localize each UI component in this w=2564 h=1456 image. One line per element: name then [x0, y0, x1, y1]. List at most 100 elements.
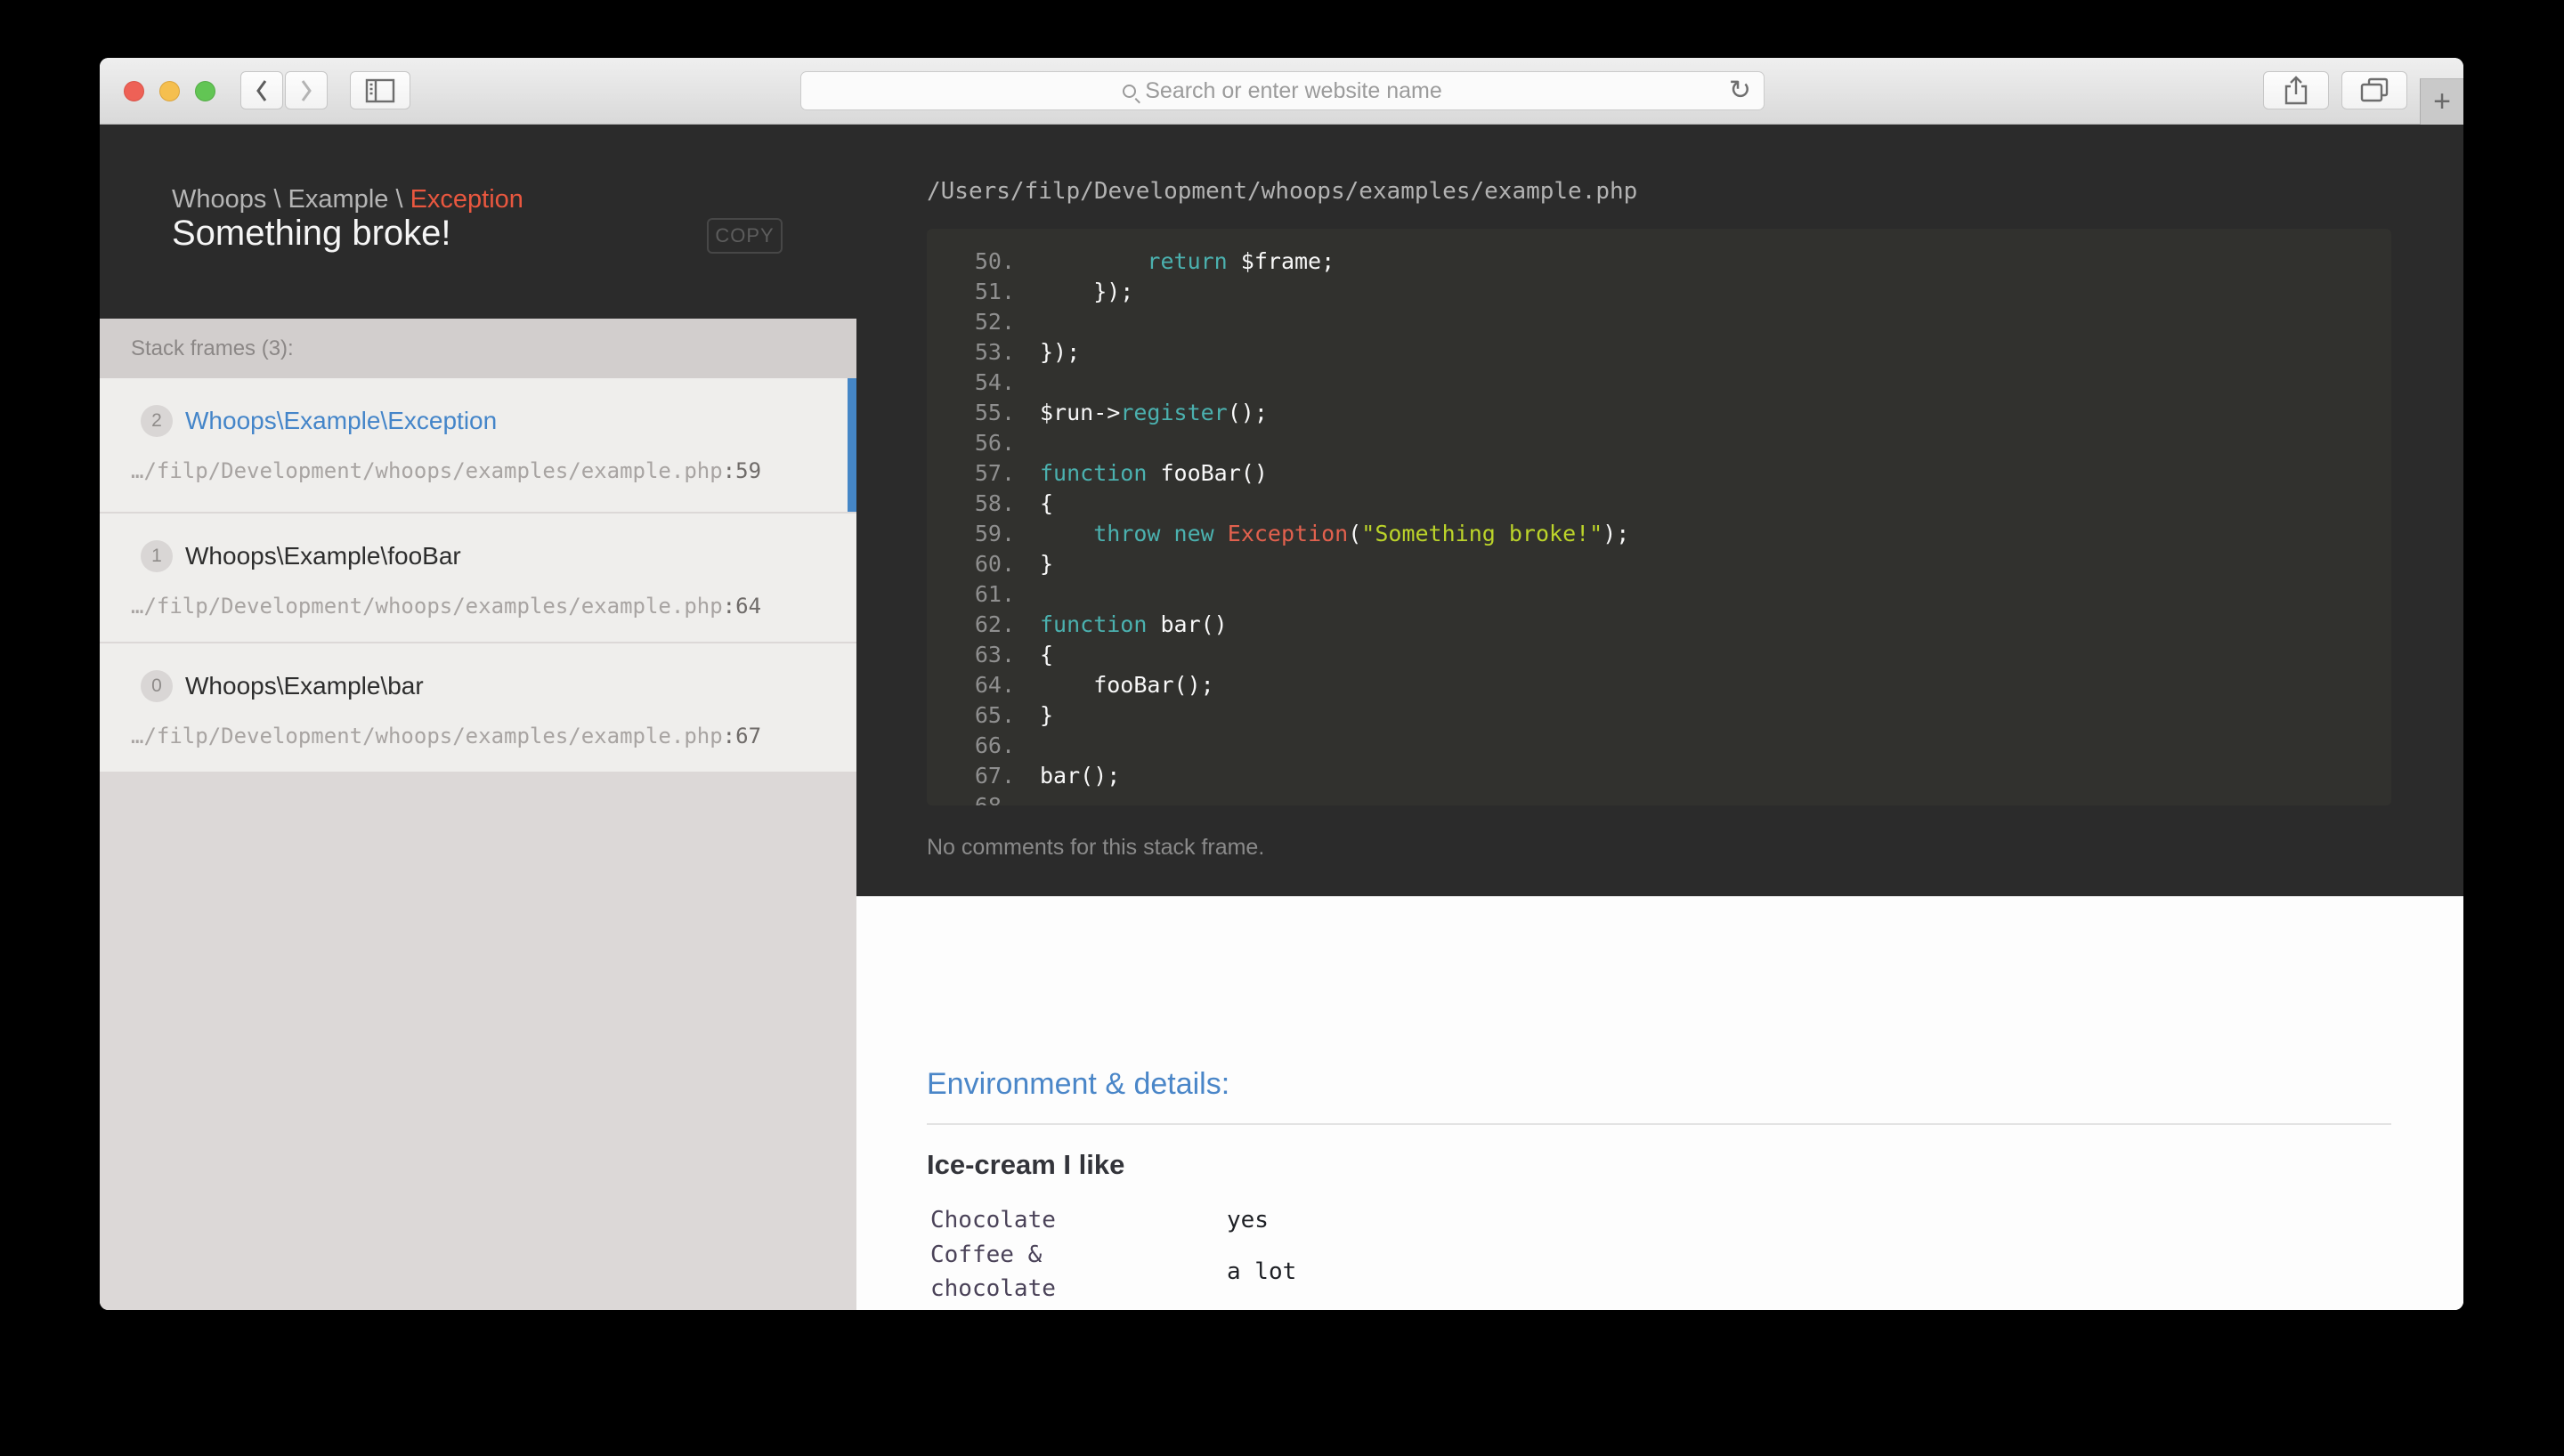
line-number: 50. — [974, 248, 1015, 274]
code-text: }); — [1040, 279, 1133, 304]
code-text: { — [1040, 490, 1053, 516]
line-number: 56. — [974, 430, 1015, 456]
forward-button[interactable] — [285, 71, 328, 109]
zoom-window-button[interactable] — [195, 81, 215, 101]
code-line: 60.} — [927, 549, 2391, 579]
code-token: } — [1040, 551, 1054, 577]
code-token: ( — [1348, 521, 1362, 546]
stack-frames-header: Stack frames (3): — [100, 319, 856, 378]
stack-frame-item[interactable]: 1 Whoops\Example\fooBar …/filp/Development… — [100, 514, 856, 642]
line-number: 58. — [974, 490, 1015, 516]
code-line: 67. bar(); — [927, 761, 2391, 791]
frame-name: Whoops\Example\fooBar — [185, 542, 461, 570]
share-icon — [2284, 75, 2308, 104]
code-text: function bar() — [1040, 611, 1228, 637]
line-number: 64. — [974, 672, 1015, 698]
screenshot-stage: Search or enter website name ↻ + Whoops … — [0, 0, 2564, 1456]
frame-path-text: …/filp/Development/whoops/examples/examp… — [131, 724, 723, 748]
line-number: 68. — [927, 791, 1015, 805]
line-number: 62. — [974, 611, 1015, 637]
code-line: 55. $run->register(); — [927, 398, 2391, 428]
line-number: 65. — [974, 702, 1015, 728]
env-key: Chocolate — [930, 1206, 1056, 1234]
stack-frame-heading: 1 Whoops\Example\fooBar — [141, 540, 856, 572]
code-token: function — [1040, 611, 1148, 637]
sidebar-toggle-button[interactable] — [350, 71, 410, 109]
line-number: 67. — [974, 763, 1015, 789]
stack-frame-item[interactable]: 0 Whoops\Example\bar …/filp/Development/wh… — [100, 643, 856, 772]
code-block: 50. return $frame; 51. }); 52. 53.}); 54. 55.… — [927, 229, 2391, 805]
code-line: 59. throw new Exception("Something broke… — [927, 519, 2391, 549]
code-token: $frame; — [1227, 248, 1335, 274]
address-bar[interactable]: Search or enter website name ↻ — [800, 71, 1765, 110]
copy-button[interactable]: COPY — [707, 218, 783, 254]
frame-file-path: …/filp/Development/whoops/examples/examp… — [131, 458, 856, 483]
file-path: /Users/filp/Development/whoops/examples/… — [927, 178, 1638, 205]
code-line: 52. — [927, 307, 2391, 337]
browser-window: Search or enter website name ↻ + Whoops … — [100, 58, 2463, 1310]
code-token: { — [1040, 642, 1054, 667]
code-section: /Users/filp/Development/whoops/examples/… — [856, 125, 2463, 896]
env-table-row: Chocolate yes — [930, 1202, 1296, 1238]
line-number: 53. — [974, 339, 1015, 365]
breadcrumb-prefix: Whoops \ Example \ — [172, 185, 410, 214]
tabs-overview-button[interactable] — [2341, 71, 2407, 109]
search-icon — [1123, 84, 1137, 98]
code-token: new — [1173, 521, 1214, 546]
close-window-button[interactable] — [124, 81, 144, 101]
code-token: register — [1120, 400, 1228, 425]
code-line: 61. — [927, 579, 2391, 610]
code-line: 64. fooBar(); — [927, 670, 2391, 700]
frame-index-badge: 0 — [141, 670, 173, 702]
env-table: Chocolate yes Coffee & chocolate a lot Straw… — [930, 1202, 1296, 1310]
line-number: 66. — [974, 732, 1015, 758]
code-token: fooBar() — [1147, 460, 1268, 486]
code-text: $run->register(); — [1040, 400, 1268, 425]
frame-path-text: …/filp/Development/whoops/examples/examp… — [131, 594, 723, 619]
env-value: a lot — [1227, 1258, 1297, 1285]
frame-line-number: :64 — [722, 594, 762, 619]
sidebar-icon — [365, 78, 395, 102]
reload-icon[interactable]: ↻ — [1729, 76, 1751, 106]
share-button[interactable] — [2263, 71, 2329, 109]
env-key: Strawberry & — [930, 1307, 1171, 1311]
code-line: 56. — [927, 428, 2391, 458]
address-placeholder: Search or enter website name — [1145, 77, 1442, 103]
chevron-right-icon — [301, 79, 312, 101]
code-token: ); — [1602, 521, 1630, 546]
frame-path-text: …/filp/Development/whoops/examples/examp… — [131, 458, 723, 483]
stack-panel-filler — [100, 773, 856, 1310]
breadcrumb: Whoops \ Example \ Exception — [172, 185, 523, 214]
env-key: Coffee & chocolate — [930, 1242, 1056, 1302]
exception-header: Whoops \ Example \ Exception Something b… — [100, 125, 856, 319]
minimize-window-button[interactable] — [159, 81, 180, 101]
code-text: } — [1040, 702, 1053, 728]
back-button[interactable] — [240, 71, 283, 109]
code-token: } — [1040, 702, 1054, 728]
line-number: 61. — [974, 581, 1015, 607]
line-number: 52. — [974, 309, 1015, 335]
code-token: fooBar(); — [1040, 672, 1214, 698]
line-number: 54. — [974, 369, 1015, 395]
code-token: (); — [1227, 400, 1268, 425]
frame-line-number: :67 — [722, 724, 762, 748]
stack-frame-item[interactable]: 2 Whoops\Example\Exception …/filp/Developm… — [100, 378, 856, 512]
environment-title: Environment & details: — [927, 1067, 1230, 1101]
code-text: function fooBar() — [1040, 460, 1268, 486]
chevron-left-icon — [256, 79, 267, 101]
new-tab-button[interactable]: + — [2420, 78, 2463, 125]
code-line: 65.} — [927, 700, 2391, 731]
code-token: $run-> — [1040, 400, 1121, 425]
frame-file-path: …/filp/Development/whoops/examples/examp… — [131, 724, 856, 748]
line-number: 63. — [974, 642, 1015, 667]
code-token: { — [1040, 490, 1054, 516]
line-number: 60. — [974, 551, 1015, 577]
code-line: 51. }); — [927, 277, 2391, 307]
frame-name: Whoops\Example\Exception — [185, 407, 498, 434]
divider — [927, 1123, 2391, 1125]
code-token: "Something broke!" — [1361, 521, 1603, 546]
code-text: fooBar(); — [1040, 672, 1214, 698]
